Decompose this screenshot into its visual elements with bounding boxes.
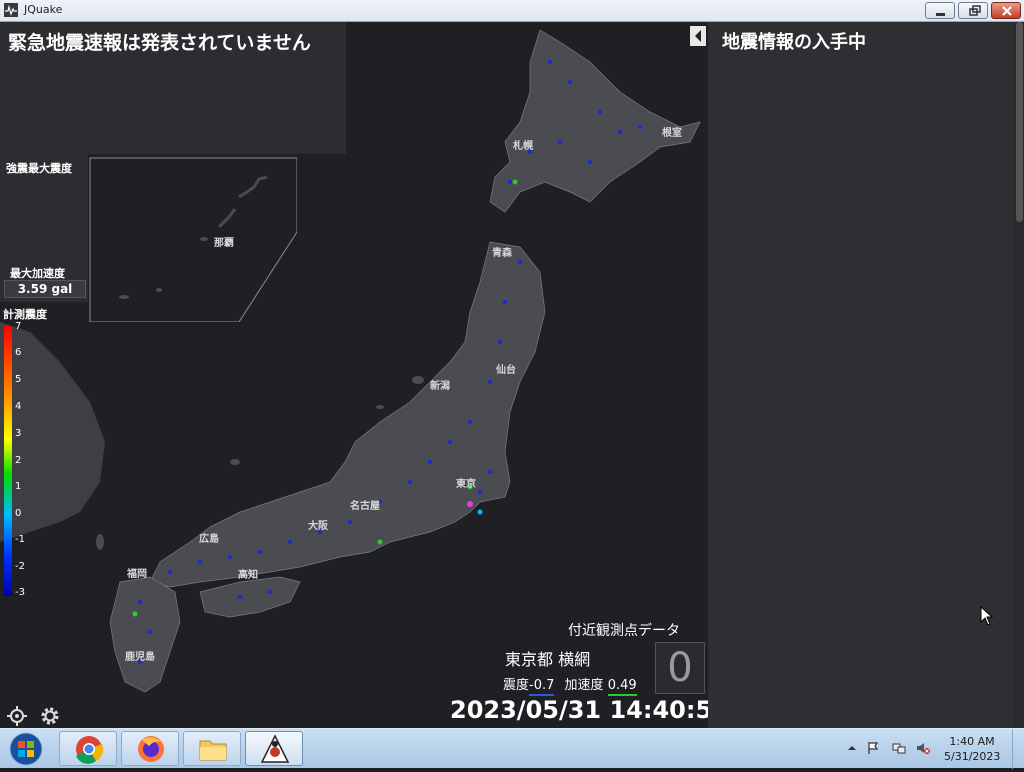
taskbar-firefox[interactable] bbox=[121, 731, 179, 766]
scale-tick: 4 bbox=[15, 401, 22, 412]
scale-tick: -1 bbox=[15, 534, 25, 545]
jquake-app-icon bbox=[4, 3, 18, 17]
mouse-cursor-icon bbox=[980, 606, 994, 626]
scale-tick: 5 bbox=[15, 374, 22, 385]
city-label-sapporo: 札幌 bbox=[513, 141, 533, 152]
okinawa-inset-map bbox=[89, 157, 297, 322]
eew-banner: 緊急地震速報は発表されていません bbox=[0, 22, 346, 154]
scale-tick: 1 bbox=[15, 481, 22, 492]
seismic-map[interactable]: 緊急地震速報は発表されていません 強震最大震度 最大加速度 3.59 gal 計… bbox=[0, 22, 708, 728]
max-accel-value: 3.59 gal bbox=[4, 280, 86, 298]
city-label-kagoshima: 鹿児島 bbox=[125, 652, 155, 663]
window-titlebar[interactable]: JQuake bbox=[0, 0, 1024, 22]
intensity-value: -0.7 bbox=[529, 678, 555, 696]
restore-button[interactable] bbox=[958, 2, 988, 19]
window-title: JQuake bbox=[24, 3, 63, 16]
accel-label: 加速度 bbox=[564, 678, 604, 693]
shindo-display: 0 bbox=[655, 642, 705, 694]
taskbar-jquake[interactable] bbox=[245, 731, 303, 766]
city-label-osaka: 大阪 bbox=[308, 521, 328, 532]
settings-gear-icon[interactable] bbox=[38, 704, 62, 728]
max-accel-label: 最大加速度 bbox=[10, 267, 65, 280]
nearby-station-readout: 震度-0.7 加速度 0.49 bbox=[503, 674, 637, 696]
locate-icon[interactable] bbox=[5, 704, 29, 728]
city-label-fukuoka: 福岡 bbox=[127, 569, 147, 580]
start-orb-icon bbox=[9, 732, 43, 766]
earthquake-info-panel: 地震情報の入手中 bbox=[690, 22, 1024, 728]
info-panel-title: 地震情報の入手中 bbox=[722, 32, 866, 53]
city-label-kochi: 高知 bbox=[238, 570, 258, 581]
network-icon[interactable] bbox=[892, 741, 906, 755]
show-desktop-button[interactable] bbox=[1012, 729, 1024, 769]
windows-taskbar: 1:40 AM 5/31/2023 bbox=[0, 728, 1024, 769]
scale-tick: -2 bbox=[15, 561, 25, 572]
action-center-flag-icon[interactable] bbox=[866, 741, 880, 755]
file-explorer-icon bbox=[199, 740, 227, 761]
firefox-icon bbox=[138, 736, 164, 762]
city-label-naha: 那覇 bbox=[214, 238, 234, 249]
city-label-nemuro: 根室 bbox=[662, 128, 682, 139]
nearby-station-title: 付近観測点データ bbox=[568, 623, 680, 639]
accel-value: 0.49 bbox=[607, 678, 637, 696]
minimize-button[interactable] bbox=[925, 2, 955, 19]
system-date: 5/31/2023 bbox=[944, 750, 1001, 763]
taskbar-chrome[interactable] bbox=[59, 731, 117, 766]
city-label-sendai: 仙台 bbox=[496, 365, 516, 376]
jquake-icon bbox=[260, 734, 290, 763]
show-hidden-icons-icon[interactable] bbox=[845, 741, 859, 755]
eew-status-text: 緊急地震速報は発表されていません bbox=[8, 32, 311, 54]
system-time: 1:40 AM bbox=[949, 735, 995, 748]
start-button[interactable] bbox=[2, 730, 54, 768]
scale-tick: 7 bbox=[15, 321, 22, 332]
chrome-icon bbox=[76, 736, 104, 764]
city-label-niigata: 新潟 bbox=[430, 381, 450, 392]
info-scroll-thumb[interactable] bbox=[1016, 22, 1023, 222]
scale-tick: -3 bbox=[15, 587, 25, 598]
city-label-tokyo: 東京 bbox=[456, 479, 476, 490]
scale-tick: 6 bbox=[15, 347, 22, 358]
current-datetime: 2023/05/31 14:40:59 bbox=[450, 696, 708, 724]
taskbar-file-explorer[interactable] bbox=[183, 731, 241, 766]
intensity-label: 震度 bbox=[503, 678, 530, 693]
collapse-panel-button[interactable] bbox=[690, 26, 706, 46]
scale-label: 計測震度 bbox=[3, 308, 47, 321]
nearby-station-name: 東京都 横網 bbox=[505, 650, 591, 669]
city-label-aomori: 青森 bbox=[492, 248, 512, 259]
intensity-color-scale bbox=[4, 326, 12, 596]
scale-tick: 2 bbox=[15, 455, 22, 466]
volume-muted-icon[interactable] bbox=[916, 741, 930, 755]
scale-tick: 0 bbox=[15, 508, 22, 519]
city-label-nagoya: 名古屋 bbox=[350, 501, 380, 512]
close-button[interactable] bbox=[991, 2, 1021, 19]
system-clock[interactable]: 1:40 AM 5/31/2023 bbox=[944, 734, 1000, 764]
scale-tick: 3 bbox=[15, 428, 22, 439]
max-intensity-label: 強震最大震度 bbox=[6, 162, 72, 175]
city-label-hiroshima: 広島 bbox=[199, 534, 219, 545]
